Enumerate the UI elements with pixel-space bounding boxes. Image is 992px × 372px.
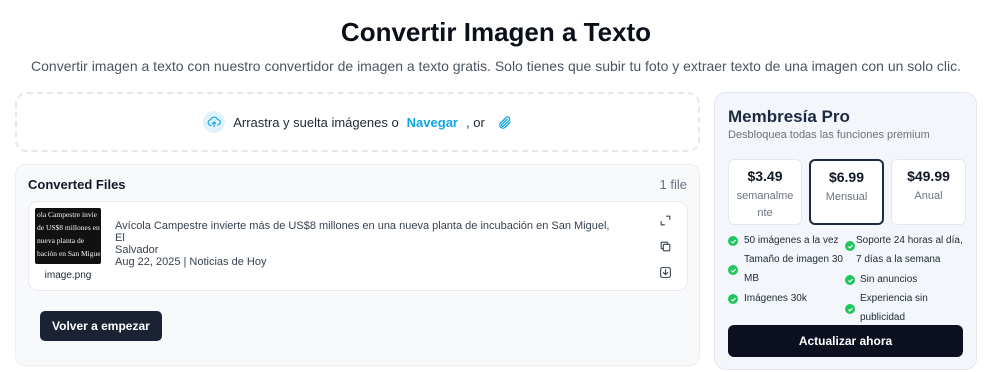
- converted-files-panel: Converted Files 1 file ola Campestre inv…: [15, 164, 700, 366]
- image-thumbnail[interactable]: ola Campestre invie de US$8 millones en …: [35, 208, 101, 264]
- check-icon: [728, 236, 738, 246]
- plan-weekly[interactable]: $3.49 semanalme nte: [728, 159, 802, 225]
- file-count: 1 file: [659, 177, 687, 192]
- thumbnail-line: bación en San Migue: [37, 249, 101, 258]
- upgrade-button[interactable]: Actualizar ahora: [728, 325, 963, 357]
- feature-item: Soporte 24 horas al día, 7 días a la sem…: [856, 235, 963, 265]
- plan-label: semanalme nte: [736, 190, 794, 219]
- check-icon: [845, 304, 855, 314]
- check-icon: [845, 241, 855, 251]
- membership-subtitle: Desbloquea todas las funciones premium: [728, 129, 930, 141]
- check-icon: [728, 265, 738, 275]
- check-icon: [845, 275, 855, 285]
- plan-price: $3.49: [747, 168, 783, 184]
- plan-price: $49.99: [907, 168, 950, 184]
- expand-icon[interactable]: [657, 212, 673, 228]
- plan-price: $6.99: [828, 169, 865, 185]
- thumbnail-line: de US$8 millones en: [37, 223, 100, 232]
- download-icon[interactable]: [657, 264, 673, 280]
- plan-yearly[interactable]: $49.99 Anual: [891, 159, 966, 225]
- feature-item: Imágenes 30k: [744, 293, 807, 304]
- feature-item: Tamaño de imagen 30 MB: [744, 254, 843, 284]
- thumbnail-line: alvador: [35, 260, 101, 264]
- thumbnail-line: ola Campestre invie: [37, 210, 97, 219]
- file-card: ola Campestre invie de US$8 millones en …: [28, 201, 688, 291]
- extracted-text-line: Avícola Campestre invierte más de US$8 m…: [115, 220, 610, 244]
- feature-item: 50 imágenes a la vez: [744, 235, 839, 246]
- feature-item: Experiencia sin publicidad: [860, 293, 928, 323]
- extracted-text-line: Aug 22, 2025 | Noticias de Hoy: [115, 256, 267, 268]
- feature-item: Sin anuncios: [860, 274, 918, 285]
- plan-monthly[interactable]: $6.99 Mensual: [809, 159, 884, 225]
- page-subtitle: Convertir imagen a texto con nuestro con…: [31, 58, 961, 74]
- page-title: Convertir Imagen a Texto: [340, 17, 652, 47]
- paperclip-icon[interactable]: [497, 115, 512, 130]
- copy-icon[interactable]: [657, 238, 673, 254]
- file-name: image.png: [44, 270, 92, 281]
- check-icon: [728, 294, 738, 304]
- extracted-text-line: Salvador: [115, 244, 159, 256]
- cloud-upload-icon: [203, 111, 226, 133]
- converted-files-title: Converted Files: [28, 177, 126, 192]
- thumbnail-line: nueva planta de: [37, 236, 85, 245]
- browse-link[interactable]: Navegar: [407, 115, 458, 130]
- plan-label: Anual: [914, 190, 943, 202]
- membership-panel: Membresía Pro Desbloquea todas las funci…: [714, 92, 977, 370]
- restart-button[interactable]: Volver a empezar: [40, 311, 162, 341]
- membership-title: Membresía Pro: [728, 107, 850, 126]
- dropzone-text: Arrastra y suelta imágenes o: [233, 114, 399, 130]
- plan-label: Mensual: [825, 191, 868, 203]
- upload-dropzone[interactable]: Arrastra y suelta imágenes o Navegar , o…: [15, 92, 700, 152]
- dropzone-suffix: , or: [465, 114, 485, 130]
- extracted-text[interactable]: Avícola Campestre invierte más de US$8 m…: [115, 220, 615, 268]
